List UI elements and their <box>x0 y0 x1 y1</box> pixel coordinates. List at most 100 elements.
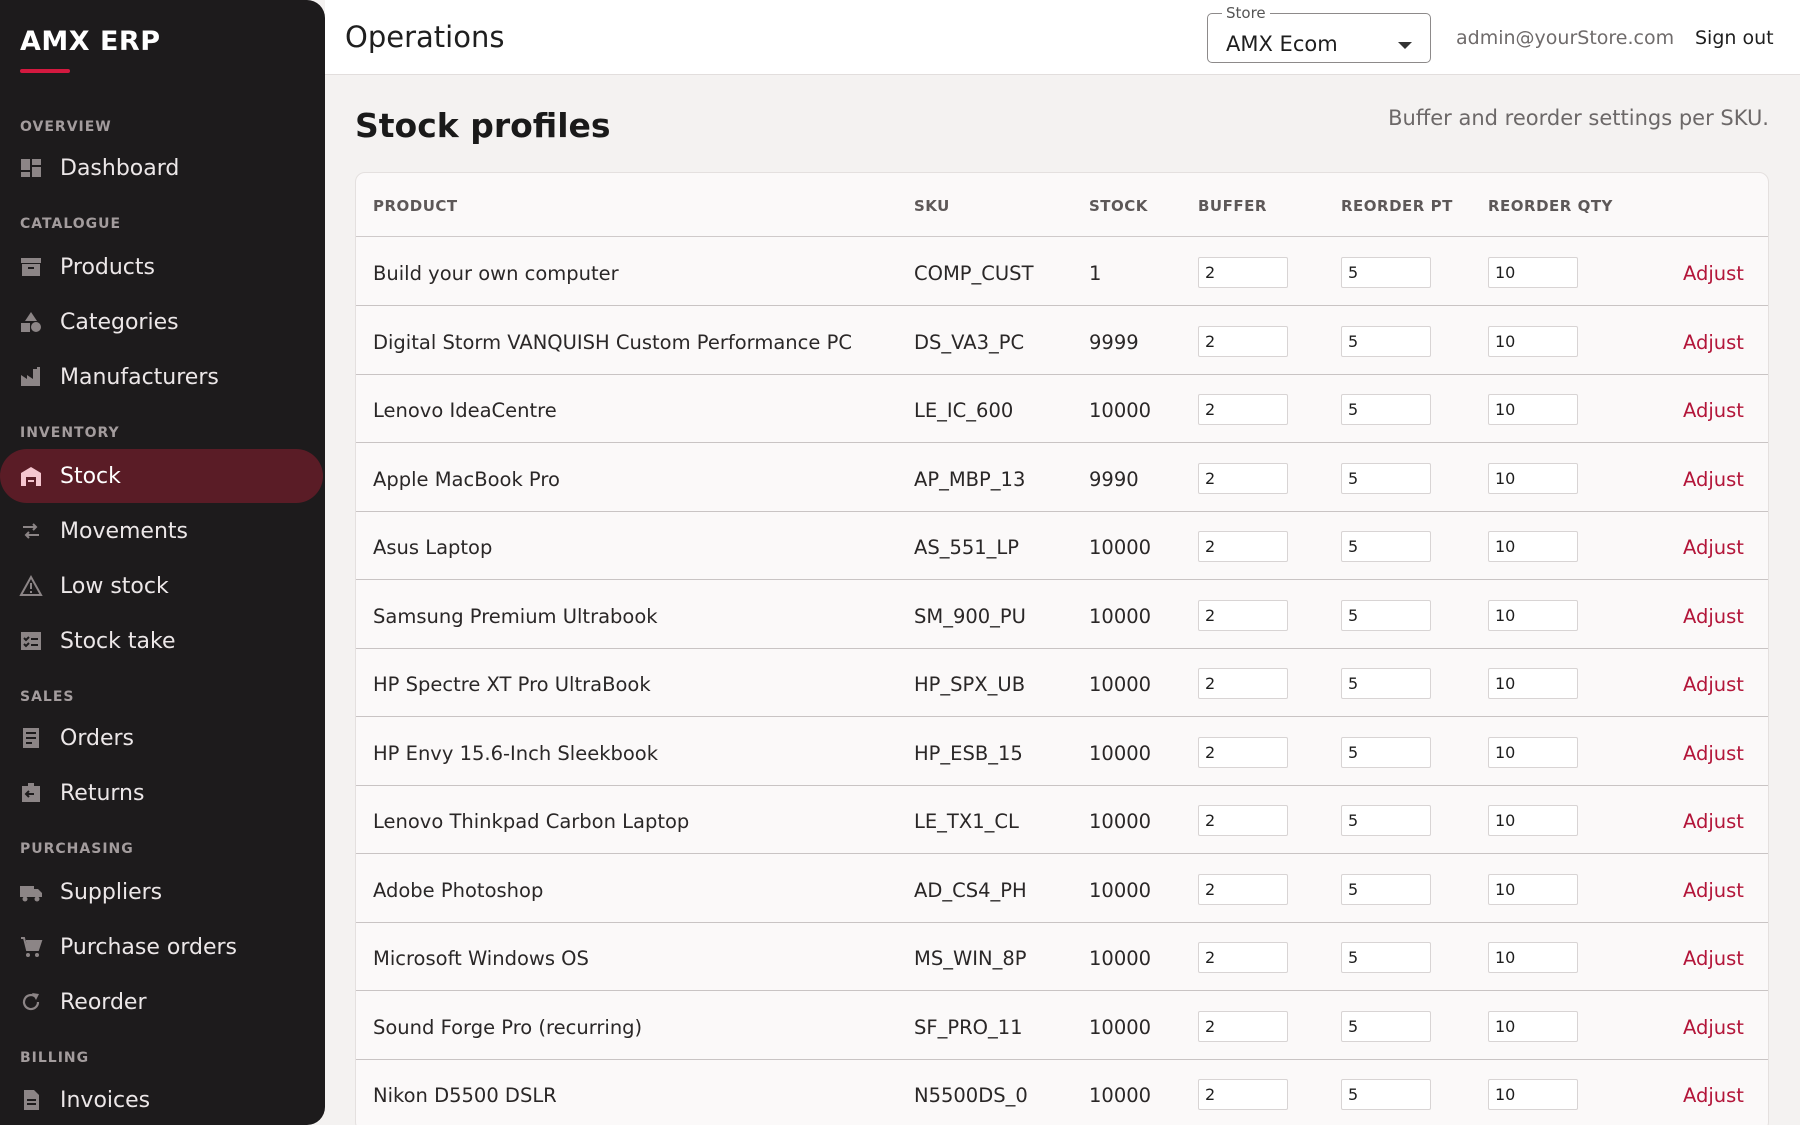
buffer-input[interactable] <box>1198 462 1288 494</box>
reorder-point-input[interactable] <box>1341 325 1431 357</box>
adjust-link[interactable]: Adjust <box>1683 399 1744 422</box>
sku: AS_551_LP <box>914 536 1020 559</box>
stock-count: 10000 <box>1089 604 1152 628</box>
adjust-link[interactable]: Adjust <box>1683 879 1744 902</box>
reorder-qty-input[interactable] <box>1488 462 1578 494</box>
adjust-link[interactable]: Adjust <box>1683 262 1744 285</box>
truck-icon <box>18 879 44 905</box>
buffer-input[interactable] <box>1198 805 1288 836</box>
sidebar-item-returns[interactable]: Returns <box>0 766 325 820</box>
reorder-point-input[interactable] <box>1341 668 1431 699</box>
product-name: HP Envy 15.6-Inch Sleekbook <box>373 741 659 765</box>
product-name: Adobe Photoshop <box>373 878 544 902</box>
sign-out-button[interactable]: Sign out <box>1695 27 1774 49</box>
reorder-qty-input[interactable] <box>1488 531 1578 562</box>
reorder-qty-input[interactable] <box>1488 736 1578 768</box>
cart-icon <box>18 934 44 960</box>
buffer-input[interactable] <box>1198 942 1288 973</box>
reorder-qty-input[interactable] <box>1488 668 1578 699</box>
reorder-point-input[interactable] <box>1341 531 1431 562</box>
reorder-point-input[interactable] <box>1341 942 1431 973</box>
adjust-link[interactable]: Adjust <box>1683 947 1744 970</box>
sidebar-item-label: Suppliers <box>60 879 163 905</box>
store-select[interactable]: Store AMX Ecom <box>1207 4 1431 63</box>
reorder-point-input[interactable] <box>1341 394 1431 425</box>
return-box-icon <box>18 780 44 806</box>
product-name: Apple MacBook Pro <box>373 467 560 491</box>
sidebar-item-stock[interactable]: Stock <box>0 449 323 503</box>
reorder-qty-input[interactable] <box>1488 873 1578 905</box>
adjust-link[interactable]: Adjust <box>1683 673 1744 696</box>
reorder-qty-input[interactable] <box>1488 805 1578 836</box>
sidebar-item-purchase-orders[interactable]: Purchase orders <box>0 920 325 974</box>
buffer-input[interactable] <box>1198 1079 1288 1110</box>
table-row: Digital Storm VANQUISH Custom Performanc… <box>356 307 1768 375</box>
sidebar: AMX ERP OVERVIEW Dashboard CATALOGUE Pro… <box>0 0 325 1125</box>
sidebar-item-products[interactable]: Products <box>0 240 325 294</box>
brand-underline <box>20 69 70 73</box>
adjust-link[interactable]: Adjust <box>1683 810 1744 833</box>
reorder-point-input[interactable] <box>1341 462 1431 494</box>
sidebar-item-suppliers[interactable]: Suppliers <box>0 865 325 919</box>
reorder-point-input[interactable] <box>1341 736 1431 768</box>
sidebar-item-low-stock[interactable]: Low stock <box>0 559 325 613</box>
receipt-icon <box>18 725 44 751</box>
sidebar-item-orders[interactable]: Orders <box>0 711 325 765</box>
buffer-input[interactable] <box>1198 736 1288 768</box>
reorder-qty-input[interactable] <box>1488 257 1578 288</box>
sku: SM_900_PU <box>914 604 1026 628</box>
sku: LE_TX1_CL <box>914 810 1019 833</box>
reorder-point-input[interactable] <box>1341 873 1431 905</box>
adjust-link[interactable]: Adjust <box>1683 1084 1744 1107</box>
document-icon <box>18 1087 44 1113</box>
sidebar-item-categories[interactable]: Categories <box>0 295 325 349</box>
sidebar-item-movements[interactable]: Movements <box>0 504 325 558</box>
table-row: Nikon D5500 DSLR N5500DS_0 10000 Adjust <box>356 1060 1768 1125</box>
table-row: HP Envy 15.6-Inch Sleekbook HP_ESB_15 1000… <box>356 718 1768 786</box>
reorder-point-input[interactable] <box>1341 1079 1431 1110</box>
sidebar-item-label: Stock take <box>60 628 176 654</box>
table-row: Samsung Premium Ultrabook SM_900_PU 10000 A… <box>356 581 1768 649</box>
buffer-input[interactable] <box>1198 394 1288 425</box>
stock-count: 10000 <box>1089 1084 1152 1107</box>
buffer-input[interactable] <box>1198 668 1288 699</box>
buffer-input[interactable] <box>1198 873 1288 905</box>
sidebar-item-dashboard[interactable]: Dashboard <box>0 141 325 195</box>
reorder-qty-input[interactable] <box>1488 599 1578 631</box>
reorder-point-input[interactable] <box>1341 257 1431 288</box>
stock-count: 1 <box>1089 262 1102 285</box>
buffer-input[interactable] <box>1198 599 1288 631</box>
reorder-qty-input[interactable] <box>1488 942 1578 973</box>
adjust-link[interactable]: Adjust <box>1683 468 1744 491</box>
sku: COMP_CUST <box>914 262 1034 285</box>
table-row: Lenovo IdeaCentre LE_IC_600 10000 Adjust <box>356 375 1768 443</box>
brand-logo[interactable]: AMX ERP <box>20 26 161 57</box>
adjust-link[interactable]: Adjust <box>1683 536 1744 559</box>
sidebar-item-stock-take[interactable]: Stock take <box>0 614 325 668</box>
sidebar-item-reorder[interactable]: Reorder <box>0 975 325 1029</box>
reorder-qty-input[interactable] <box>1488 1079 1578 1110</box>
reorder-qty-input[interactable] <box>1488 394 1578 425</box>
sidebar-item-manufacturers[interactable]: Manufacturers <box>0 350 325 404</box>
adjust-link[interactable]: Adjust <box>1683 331 1744 354</box>
buffer-input[interactable] <box>1198 325 1288 357</box>
buffer-input[interactable] <box>1198 1010 1288 1042</box>
reorder-qty-input[interactable] <box>1488 1010 1578 1042</box>
table-row: Asus Laptop AS_551_LP 10000 Adjust <box>356 512 1768 580</box>
shapes-icon <box>18 309 44 335</box>
sidebar-item-invoices[interactable]: Invoices <box>0 1073 325 1125</box>
section-label-billing: BILLING <box>20 1050 90 1066</box>
reorder-point-input[interactable] <box>1341 599 1431 631</box>
checklist-icon <box>18 628 44 654</box>
reorder-point-input[interactable] <box>1341 1010 1431 1042</box>
reorder-qty-input[interactable] <box>1488 325 1578 357</box>
stock-count: 10000 <box>1089 536 1152 559</box>
adjust-link[interactable]: Adjust <box>1683 1016 1744 1039</box>
buffer-input[interactable] <box>1198 531 1288 562</box>
adjust-link[interactable]: Adjust <box>1683 742 1744 765</box>
sku: AD_CS4_PH <box>914 878 1027 902</box>
section-label-overview: OVERVIEW <box>20 119 112 135</box>
reorder-point-input[interactable] <box>1341 805 1431 836</box>
buffer-input[interactable] <box>1198 257 1288 288</box>
adjust-link[interactable]: Adjust <box>1683 605 1744 628</box>
